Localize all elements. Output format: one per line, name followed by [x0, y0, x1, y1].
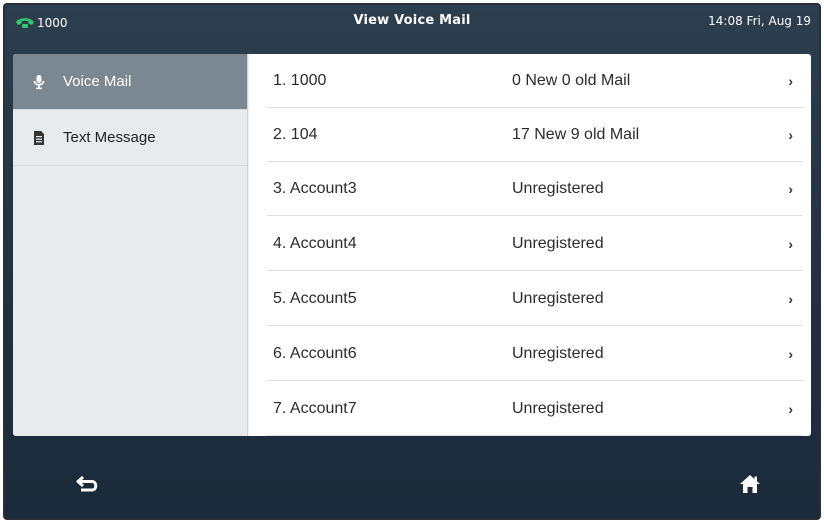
list-item[interactable]: 2. 104 17 New 9 old Mail ›	[249, 108, 811, 162]
chevron-right-icon: ›	[788, 181, 793, 197]
account-name: 4. Account4	[273, 235, 357, 252]
chevron-right-icon: ›	[788, 127, 793, 143]
account-status-text: Unregistered	[512, 345, 604, 362]
sidebar-item-label: Voice Mail	[63, 73, 132, 90]
list-item[interactable]: 3. Account3 Unregistered ›	[249, 162, 811, 216]
chevron-right-icon: ›	[788, 401, 793, 417]
screen-title: View Voice Mail	[353, 13, 471, 28]
home-icon	[740, 475, 760, 493]
account-name: 2. 104	[273, 126, 318, 143]
status-bar: 1000 View Voice Mail 14:08 Fri, Aug 19	[5, 5, 819, 51]
content-panel: Voice Mail Text Message 1. 1000 0 New 0 …	[13, 54, 811, 436]
chevron-right-icon: ›	[788, 291, 793, 307]
account-status-text: Unregistered	[512, 180, 604, 197]
account-list: 1. 1000 0 New 0 old Mail › 2. 104 17 New…	[249, 54, 811, 436]
account-status-text: Unregistered	[512, 290, 604, 307]
microphone-icon	[29, 72, 49, 92]
softkey-bar	[5, 436, 819, 518]
document-icon	[29, 128, 49, 148]
list-item[interactable]: 7. Account7 Unregistered ›	[249, 382, 811, 436]
account-status-text: 17 New 9 old Mail	[512, 126, 640, 143]
home-button[interactable]	[739, 474, 761, 494]
list-item[interactable]: 6. Account6 Unregistered ›	[249, 327, 811, 381]
chevron-right-icon: ›	[788, 236, 793, 252]
account-status-text: 0 New 0 old Mail	[512, 72, 631, 89]
account-name: 6. Account6	[273, 345, 357, 362]
account-status-text: Unregistered	[512, 235, 604, 252]
list-item[interactable]: 4. Account4 Unregistered ›	[249, 217, 811, 271]
account-name: 3. Account3	[273, 180, 357, 197]
sidebar: Voice Mail Text Message	[13, 54, 248, 436]
chevron-right-icon: ›	[788, 73, 793, 89]
back-arrow-icon	[76, 475, 98, 492]
chevron-right-icon: ›	[788, 346, 793, 362]
list-item[interactable]: 5. Account5 Unregistered ›	[249, 272, 811, 326]
sidebar-item-voice-mail[interactable]: Voice Mail	[13, 54, 247, 110]
account-status-text: Unregistered	[512, 400, 604, 417]
list-item[interactable]: 1. 1000 0 New 0 old Mail ›	[249, 54, 811, 108]
sidebar-item-text-message[interactable]: Text Message	[13, 110, 247, 166]
account-name: 7. Account7	[273, 400, 357, 417]
phone-screen: 1000 View Voice Mail 14:08 Fri, Aug 19 V…	[3, 3, 821, 520]
date-time: 14:08 Fri, Aug 19	[708, 14, 811, 28]
account-name: 1. 1000	[273, 72, 327, 89]
back-button[interactable]	[75, 474, 101, 494]
account-name: 5. Account5	[273, 290, 357, 307]
sidebar-item-label: Text Message	[63, 129, 156, 146]
